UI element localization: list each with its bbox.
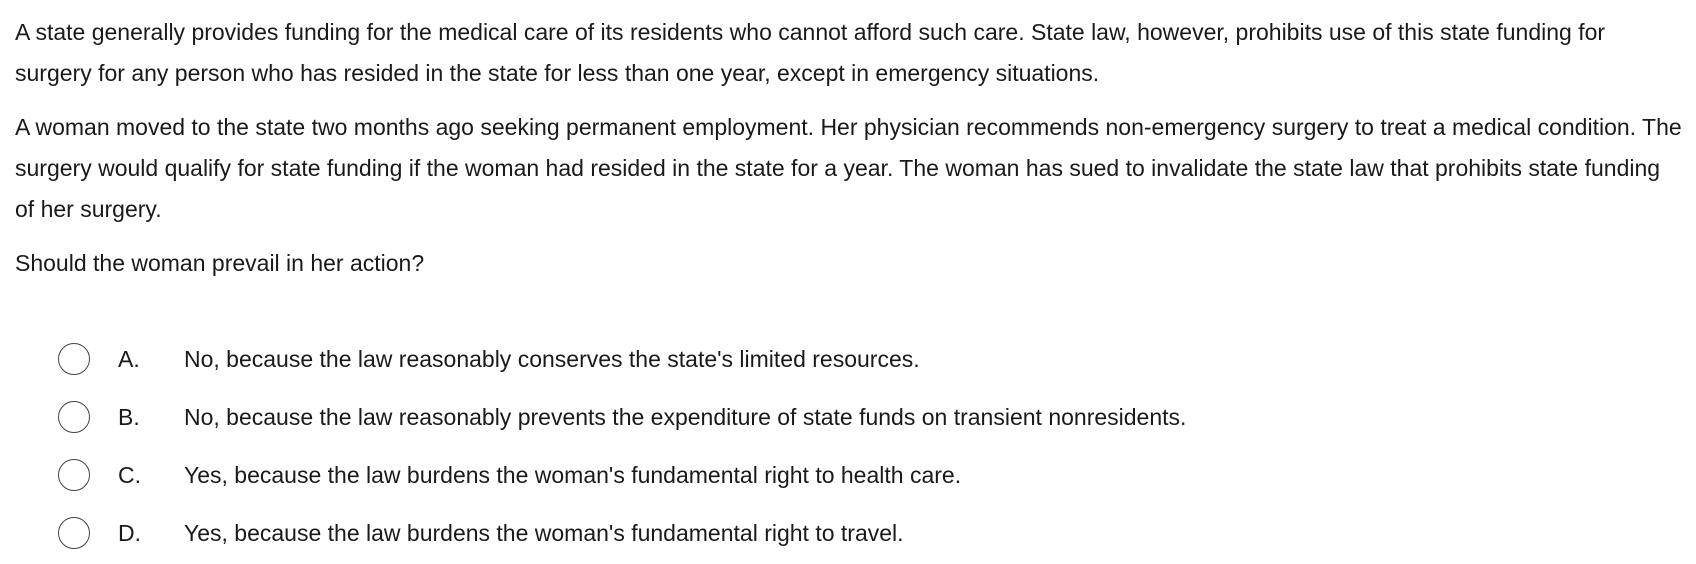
option-letter-a: A. (118, 345, 140, 372)
option-text-a: No, because the law reasonably conserves… (184, 345, 920, 372)
option-a[interactable]: A. No, because the law reasonably conser… (58, 330, 1186, 388)
question-stem: Should the woman prevail in her action? (15, 250, 425, 276)
option-c[interactable]: C. Yes, because the law burdens the woma… (58, 446, 1186, 504)
answer-options: A. No, because the law reasonably conser… (58, 330, 1186, 562)
question-body: A state generally provides funding for t… (15, 12, 1685, 297)
option-b[interactable]: B. No, because the law reasonably preven… (58, 388, 1186, 446)
question-paragraph-1: A state generally provides funding for t… (15, 19, 1606, 86)
option-text-c: Yes, because the law burdens the woman's… (184, 461, 962, 488)
option-letter-b: B. (118, 403, 140, 430)
option-letter-c: C. (118, 461, 141, 488)
radio-button-d[interactable] (58, 517, 90, 549)
option-d[interactable]: D. Yes, because the law burdens the woma… (58, 504, 1186, 562)
radio-button-a[interactable] (58, 343, 90, 375)
option-text-d: Yes, because the law burdens the woman's… (184, 519, 904, 546)
option-letter-d: D. (118, 519, 141, 546)
question-paragraph-2: A woman moved to the state two months ag… (15, 114, 1682, 222)
radio-button-b[interactable] (58, 401, 90, 433)
option-text-b: No, because the law reasonably prevents … (184, 403, 1187, 430)
radio-button-c[interactable] (58, 459, 90, 491)
